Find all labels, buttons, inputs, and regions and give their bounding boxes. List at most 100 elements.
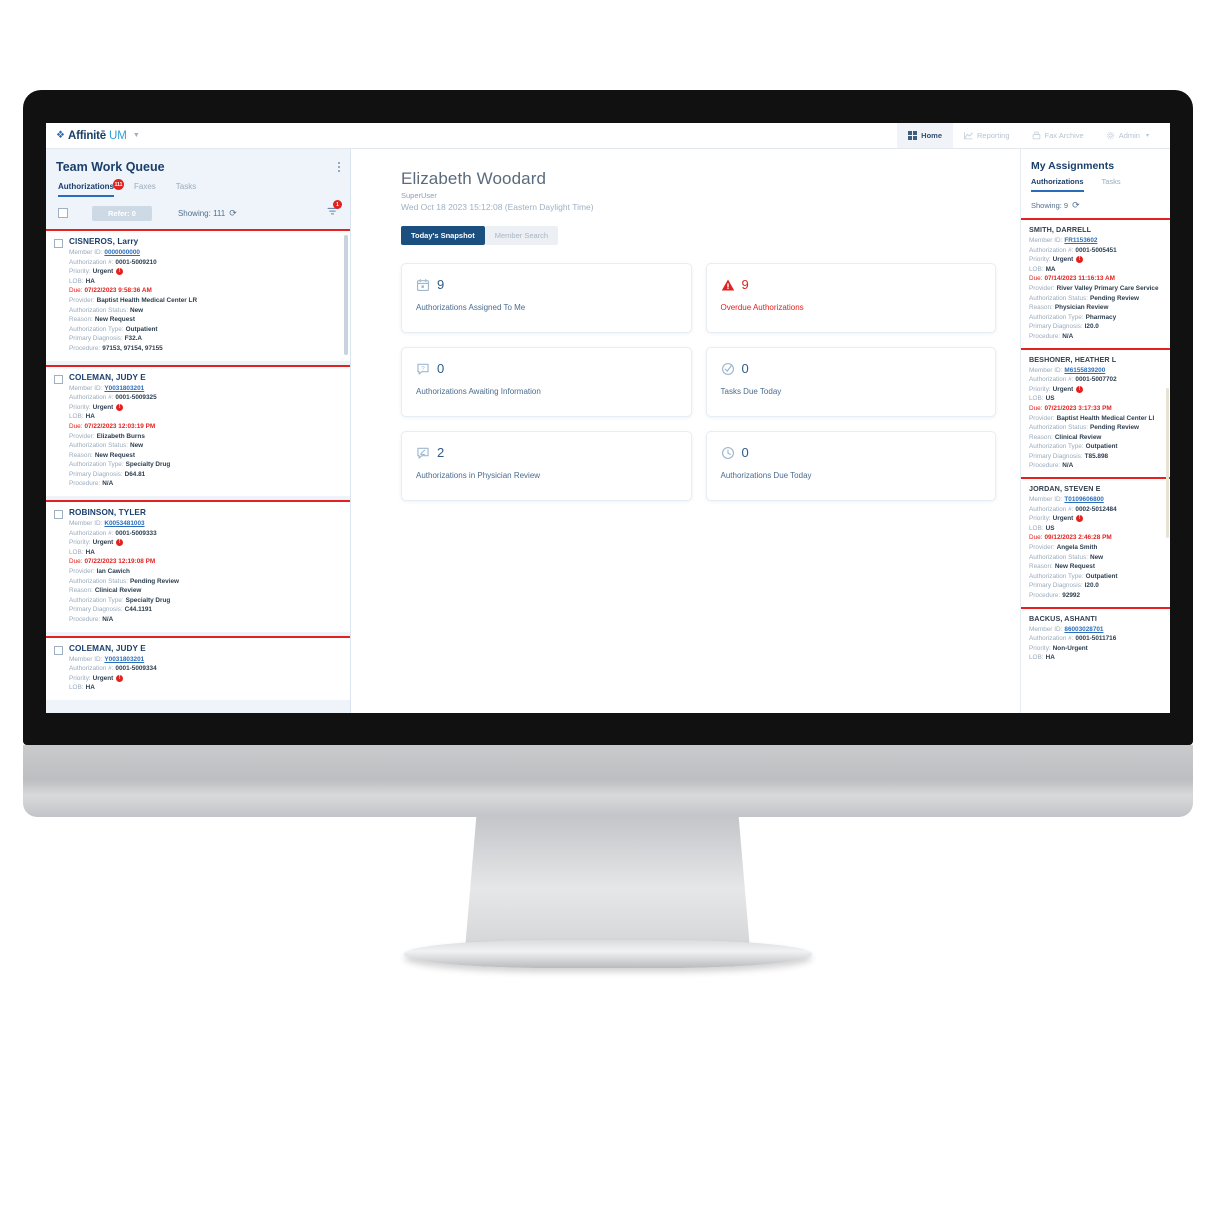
tab-todays-snapshot[interactable]: Today's Snapshot xyxy=(401,226,485,245)
tab-authorizations[interactable]: Authorizations 111 xyxy=(58,179,124,197)
tab-faxes[interactable]: Faxes xyxy=(134,182,156,197)
stat-card-authorizations-in-physician-review[interactable]: 2 Authorizations in Physician Review xyxy=(401,431,692,501)
field-priority: Priority: Urgent! xyxy=(69,403,342,413)
field-due: Due: 07/22/2023 9:58:36 AM xyxy=(69,286,342,296)
monitor-bezel: ❖ Affinitē UM ▼ Home Reporting Fax Archi… xyxy=(23,90,1193,745)
field-value: Clinical Review xyxy=(94,587,142,595)
stat-card-overdue-authorizations[interactable]: 9 Overdue Authorizations xyxy=(705,263,996,333)
stat-card-authorizations-assigned-to-me[interactable]: 9 Authorizations Assigned To Me xyxy=(401,263,692,333)
tab-my-tasks[interactable]: Tasks xyxy=(1102,177,1121,192)
member-name[interactable]: BESHONER, HEATHER L xyxy=(1029,355,1162,364)
select-all-checkbox[interactable] xyxy=(58,208,68,218)
field-value: N/A xyxy=(102,616,114,623)
member-name[interactable]: COLEMAN, JUDY E xyxy=(69,373,342,382)
field-priority: Priority: Urgent! xyxy=(69,538,342,548)
field-value[interactable]: T0109606800 xyxy=(1064,496,1103,503)
row-checkbox[interactable] xyxy=(54,645,63,655)
left-list-scroll-thumb[interactable] xyxy=(344,235,348,355)
stat-card-authorizations-due-today[interactable]: 0 Authorizations Due Today xyxy=(705,431,996,501)
field-value: Clinical Review xyxy=(1054,433,1102,441)
list-item[interactable]: COLEMAN, JUDY E Member ID: Y0031803201 Au… xyxy=(46,635,350,700)
refresh-icon[interactable]: ⟳ xyxy=(229,208,237,219)
list-item[interactable]: COLEMAN, JUDY E Member ID: Y0031803201 Au… xyxy=(46,364,350,497)
chevron-down-icon[interactable]: ▾ xyxy=(1146,132,1149,139)
field-authorization-no: Authorization #: 0002-5012484 xyxy=(1029,505,1162,515)
tab-member-search[interactable]: Member Search xyxy=(484,226,559,245)
nav-item-home[interactable]: Home xyxy=(897,123,953,148)
more-vertical-icon[interactable] xyxy=(338,161,340,173)
field-label: Procedure: xyxy=(1029,332,1061,340)
field-label: Member ID: xyxy=(1029,496,1063,504)
brand-logo[interactable]: ❖ Affinitē UM ▼ xyxy=(56,130,140,142)
member-name[interactable]: COLEMAN, JUDY E xyxy=(69,644,342,653)
tab-my-authorizations[interactable]: Authorizations xyxy=(1031,177,1084,192)
row-checkbox[interactable] xyxy=(54,510,63,520)
row-checkbox[interactable] xyxy=(54,374,63,384)
left-list-scrollbar[interactable] xyxy=(344,231,349,711)
authorization-queue-list[interactable]: CISNEROS, Larry Member ID: 0000000000 Aut… xyxy=(46,229,350,713)
member-name[interactable]: SMITH, DARRELL xyxy=(1029,225,1162,234)
stat-card-label: Authorizations Assigned To Me xyxy=(416,303,526,312)
snapshot-cards-grid: 9 Authorizations Assigned To Me 9 Overdu… xyxy=(401,263,996,501)
team-work-queue-panel: Team Work Queue Authorizations 111 Faxes… xyxy=(46,149,351,713)
field-value[interactable]: Y0031803201 xyxy=(104,385,144,392)
my-assignments-panel: My Assignments Authorizations Tasks Show… xyxy=(1020,149,1170,713)
field-value[interactable]: Y0031803201 xyxy=(104,656,144,663)
left-panel-toolbar: Refer: 0 Showing: 111 ⟳ 1 xyxy=(46,197,350,229)
field-authorization-no: Authorization #: 0001-5007702 xyxy=(1029,375,1162,385)
list-item[interactable]: BESHONER, HEATHER L Member ID: M615583920… xyxy=(1021,347,1170,478)
field-authorization-status: Authorization Status: Pending Review xyxy=(1029,423,1162,433)
field-value[interactable]: 86003028701 xyxy=(1064,626,1103,633)
list-item[interactable]: ROBINSON, TYLER Member ID: K0053481003 Au… xyxy=(46,500,350,632)
field-label: Authorization Type: xyxy=(1029,313,1084,321)
right-list-scroll-thumb[interactable] xyxy=(1166,388,1169,538)
member-name[interactable]: CISNEROS, Larry xyxy=(69,237,342,246)
filter-button[interactable]: 1 xyxy=(327,200,342,222)
stat-card-tasks-due-today[interactable]: 0 Tasks Due Today xyxy=(705,347,996,417)
field-value[interactable]: FR1153602 xyxy=(1064,237,1097,244)
field-authorization-no: Authorization #: 0001-5005451 xyxy=(1029,246,1162,256)
stat-card-top: 0 xyxy=(721,445,982,460)
field-value: Pending Review xyxy=(1089,424,1139,432)
chevron-down-icon[interactable]: ▼ xyxy=(133,132,140,139)
field-value: 0001-5009210 xyxy=(115,258,157,266)
tab-tasks[interactable]: Tasks xyxy=(176,182,196,197)
field-value: C44.1191 xyxy=(124,606,152,614)
stat-card-label: Authorizations Due Today xyxy=(720,471,812,480)
field-value: Baptist Health Medical Center LR xyxy=(96,296,198,304)
member-name[interactable]: BACKUS, ASHANTI xyxy=(1029,614,1162,623)
svg-text:?: ? xyxy=(421,365,425,372)
monitor-stand-neck xyxy=(465,816,750,949)
main-nav: Home Reporting Fax Archive Admin ▾ xyxy=(897,123,1160,148)
field-value[interactable]: K0053481003 xyxy=(104,520,144,527)
member-name[interactable]: ROBINSON, TYLER xyxy=(69,508,342,517)
nav-item-fax-archive[interactable]: Fax Archive xyxy=(1021,123,1095,148)
urgent-badge-icon: ! xyxy=(1076,385,1084,393)
list-item[interactable]: JORDAN, STEVEN E Member ID: T0109606800 A… xyxy=(1021,477,1170,607)
field-value[interactable]: M6155839200 xyxy=(1064,367,1105,374)
nav-item-reporting[interactable]: Reporting xyxy=(953,123,1021,148)
field-value[interactable]: 0000000000 xyxy=(104,249,140,256)
field-value: Outpatient xyxy=(1085,443,1118,451)
member-name[interactable]: JORDAN, STEVEN E xyxy=(1029,484,1162,493)
stat-card-value: 9 xyxy=(741,277,749,292)
field-reason: Reason: New Request xyxy=(1029,562,1162,572)
refer-button[interactable]: Refer: 0 xyxy=(92,205,152,221)
stat-card-value: 2 xyxy=(437,445,445,460)
row-checkbox[interactable] xyxy=(54,239,63,248)
field-value: Ian Cawich xyxy=(96,568,130,576)
filter-badge: 1 xyxy=(333,200,342,209)
nav-item-admin[interactable]: Admin ▾ xyxy=(1095,123,1160,148)
my-assignments-list[interactable]: SMITH, DARRELL Member ID: FR1153602 Autho… xyxy=(1021,218,1170,713)
list-item[interactable]: SMITH, DARRELL Member ID: FR1153602 Autho… xyxy=(1021,218,1170,348)
field-label: Due: xyxy=(1029,404,1043,412)
field-label: Authorization #: xyxy=(69,665,114,673)
refresh-icon[interactable]: ⟳ xyxy=(1072,200,1080,211)
list-item-body: ROBINSON, TYLER Member ID: K0053481003 Au… xyxy=(69,508,342,625)
list-item[interactable]: CISNEROS, Larry Member ID: 0000000000 Aut… xyxy=(46,229,350,361)
field-label: LOB: xyxy=(1029,654,1044,662)
stat-card-authorizations-awaiting-information[interactable]: ? 0 Authorizations Awaiting Information xyxy=(401,347,692,417)
field-label: Authorization Type: xyxy=(69,461,124,469)
list-item[interactable]: BACKUS, ASHANTI Member ID: 86003028701 Au… xyxy=(1021,606,1170,669)
field-label: Authorization Type: xyxy=(1029,572,1084,580)
